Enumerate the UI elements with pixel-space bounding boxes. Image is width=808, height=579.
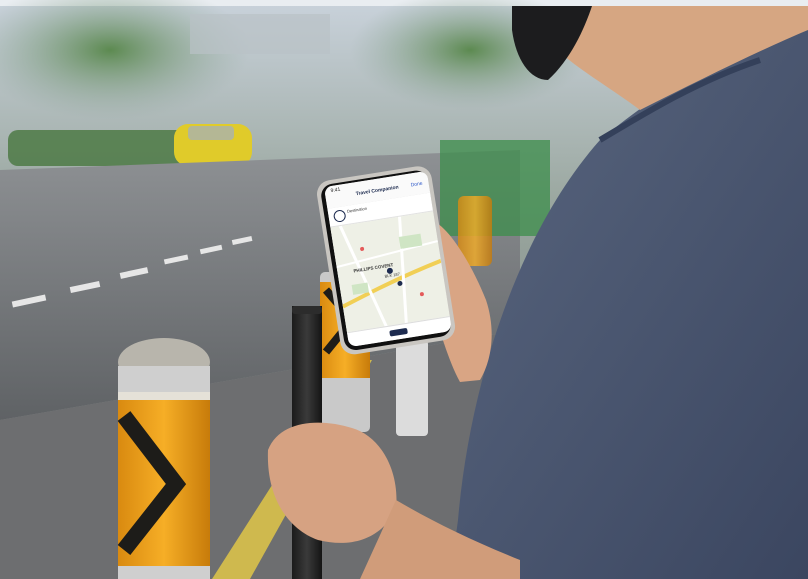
photo-frame: 9:41 Travel Companion Done Destination P… bbox=[0, 0, 808, 579]
white-post bbox=[396, 340, 428, 436]
hedge bbox=[8, 130, 188, 166]
building bbox=[190, 14, 330, 54]
recenter-button[interactable] bbox=[389, 327, 408, 337]
map-view[interactable]: PHILLIPS COVENT BLK 187 bbox=[330, 211, 450, 334]
done-button[interactable]: Done bbox=[410, 181, 423, 189]
green-barrier bbox=[440, 140, 550, 236]
compass-icon bbox=[332, 209, 347, 223]
taxi bbox=[174, 124, 252, 166]
bollard-foreground bbox=[117, 338, 210, 579]
destination-text: Destination bbox=[346, 205, 368, 214]
